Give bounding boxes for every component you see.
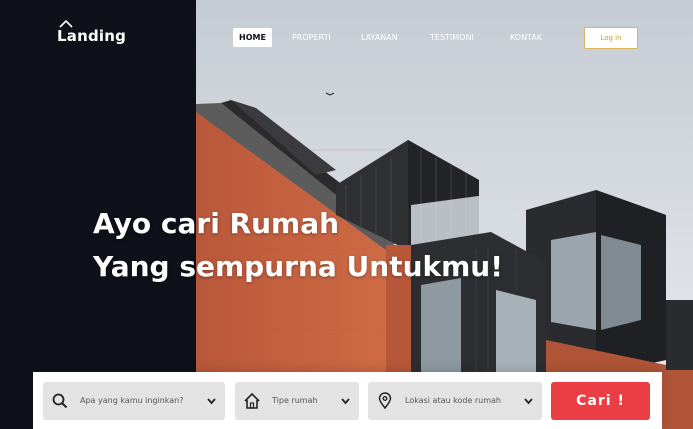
keyword-search-field[interactable]: Apa yang kamu inginkan?: [43, 382, 225, 420]
headline-line-1: Ayo cari Rumah: [93, 207, 340, 240]
house-type-select[interactable]: Tipe rumah: [235, 382, 359, 420]
location-field[interactable]: Lokasi atau kode rumah: [368, 382, 542, 420]
login-button[interactable]: Log in: [584, 27, 638, 49]
logo-text: Landing: [57, 27, 127, 45]
house-type-placeholder: Tipe rumah: [272, 396, 318, 405]
roof-icon: [59, 20, 73, 28]
landing-logo[interactable]: Landing: [57, 20, 127, 45]
nav-item-kontak[interactable]: KONTAK: [510, 28, 542, 47]
search-button[interactable]: Cari !: [551, 382, 650, 420]
nav-item-testimoni[interactable]: TESTIMONI: [430, 28, 474, 47]
hero-headline: Ayo cari Rumah Yang sempurna Untukmu!: [93, 202, 503, 288]
chevron-down-icon[interactable]: [524, 397, 533, 405]
chevron-down-icon[interactable]: [207, 397, 216, 405]
nav-item-properti[interactable]: PROPERTI: [292, 28, 331, 47]
keyword-search-placeholder: Apa yang kamu inginkan?: [80, 396, 184, 405]
hero-section: Landing HOME PROPERTI LAYANAN TESTIMONI …: [0, 0, 693, 429]
map-pin-icon: [378, 392, 392, 410]
location-placeholder: Lokasi atau kode rumah: [405, 396, 502, 405]
nav-item-home[interactable]: HOME: [233, 28, 272, 47]
headline-line-2: Yang sempurna Untukmu!: [93, 250, 504, 283]
nav-item-layanan[interactable]: LAYANAN: [361, 28, 398, 47]
search-bar: Apa yang kamu inginkan? Tipe rumah Lokas…: [33, 372, 662, 429]
search-icon: [52, 393, 68, 409]
chevron-down-icon[interactable]: [341, 397, 350, 405]
home-icon: [244, 392, 260, 409]
